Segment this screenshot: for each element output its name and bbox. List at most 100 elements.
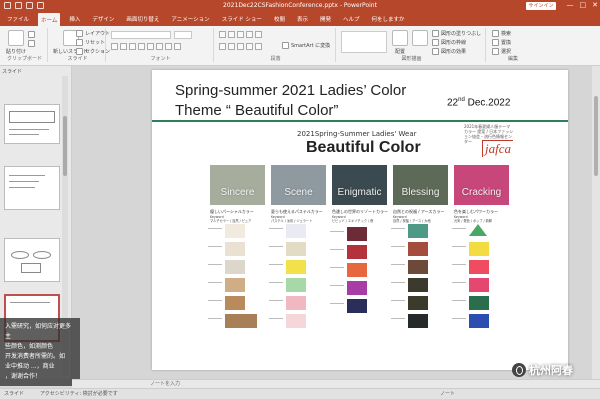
case-icon[interactable] xyxy=(165,43,172,50)
tell-me-search[interactable]: 何をしますか xyxy=(369,13,408,25)
slide-thumbnail[interactable] xyxy=(4,238,60,282)
bold-icon[interactable] xyxy=(111,43,118,50)
tab-file[interactable]: ファイル xyxy=(4,13,32,25)
select-button[interactable]: 選択 xyxy=(492,48,511,55)
tab-slideshow[interactable]: スライド ショー xyxy=(219,13,265,25)
reset-button[interactable]: リセット xyxy=(76,39,105,46)
shape-fill-button[interactable]: 図形の塗りつぶし xyxy=(432,30,481,37)
tab-help[interactable]: ヘルプ xyxy=(340,13,363,25)
cut-icon xyxy=(28,31,35,38)
bullets-icon[interactable] xyxy=(219,31,226,38)
status-accessibility[interactable]: アクセシビリティ: 検討が必要です xyxy=(40,389,118,399)
justify-icon[interactable] xyxy=(246,43,253,50)
scroll-knob[interactable] xyxy=(63,116,67,176)
notes-pane[interactable]: ノートを入力 xyxy=(72,379,600,388)
outline-icon xyxy=(432,39,439,46)
tab-review[interactable]: 校閲 xyxy=(271,13,288,25)
keyword-line: 元気 / 発色 / ポップ / 新鮮 xyxy=(454,219,492,223)
swatch-caption-line xyxy=(391,228,405,229)
shape-outline-button[interactable]: 図形の枠線 xyxy=(432,39,466,46)
color-swatch xyxy=(347,299,367,313)
minimize-button[interactable]: — xyxy=(567,1,574,9)
search-icon xyxy=(492,30,499,37)
color-swatch xyxy=(408,224,428,238)
find-button[interactable]: 検索 xyxy=(492,30,511,37)
fill-icon xyxy=(432,30,439,37)
theme-image-enigmatic: Enigmatic xyxy=(332,165,387,205)
tab-insert[interactable]: 挿入 xyxy=(66,13,83,25)
video-subtitle-overlay: 入需研究，如何应对更多主 些颜色，如测颜色 开发消费者所需的。如 业中推动 ..… xyxy=(0,318,80,386)
color-swatch xyxy=(286,260,306,274)
indent-inc-icon[interactable] xyxy=(246,31,253,38)
layout-button[interactable]: レイアウト xyxy=(76,30,110,37)
align-center-icon[interactable] xyxy=(228,43,235,50)
italic-icon[interactable] xyxy=(120,43,127,50)
color-swatch xyxy=(286,278,306,292)
tab-transitions[interactable]: 画面切り替え xyxy=(123,13,162,25)
section-icon xyxy=(76,48,83,55)
tab-view[interactable]: 表示 xyxy=(294,13,311,25)
tab-developer[interactable]: 開発 xyxy=(317,13,334,25)
quick-styles-button[interactable] xyxy=(412,30,428,46)
section-button[interactable]: セクション xyxy=(76,48,110,55)
font-size-select[interactable] xyxy=(174,31,192,39)
color-swatch xyxy=(225,278,245,292)
align-left-icon[interactable] xyxy=(219,43,226,50)
color-swatch xyxy=(286,242,306,256)
spacing-icon[interactable] xyxy=(156,43,163,50)
underline-icon[interactable] xyxy=(129,43,136,50)
close-button[interactable]: ✕ xyxy=(592,1,598,9)
align-right-icon[interactable] xyxy=(237,43,244,50)
smartart-button[interactable]: SmartArt に変換 xyxy=(282,42,330,49)
group-label-paragraph: 段落 xyxy=(270,56,281,62)
maximize-button[interactable]: □ xyxy=(580,1,587,9)
swatch-caption-line xyxy=(269,300,283,301)
font-family-select[interactable] xyxy=(111,31,171,39)
color-swatch xyxy=(347,245,367,259)
color-swatch xyxy=(408,242,428,256)
tab-animations[interactable]: アニメーション xyxy=(168,13,212,25)
font-color-icon[interactable] xyxy=(174,43,181,50)
slide-title[interactable]: Spring-summer 2021 Ladies’ Color Theme “… xyxy=(175,81,406,121)
canvas-scrollbar[interactable] xyxy=(592,66,600,379)
tab-design[interactable]: デザイン xyxy=(89,13,117,25)
theme-name: Sincere xyxy=(220,187,255,198)
status-notes-button[interactable]: ノート xyxy=(440,389,455,399)
scroll-knob[interactable] xyxy=(594,96,598,176)
shadow-icon[interactable] xyxy=(147,43,154,50)
slide-thumbnail[interactable] xyxy=(4,166,60,210)
replace-button[interactable]: 置換 xyxy=(492,39,511,46)
swatch-caption-line xyxy=(452,246,466,247)
group-paragraph: SmartArt に変換 段落 xyxy=(216,28,336,62)
swatch-caption-line xyxy=(208,282,222,283)
color-swatch xyxy=(225,314,257,328)
paste-button[interactable]: 貼り付け xyxy=(6,30,26,55)
ribbon: 貼り付け クリップボード 新しいスライド レイアウト リセット セクション スラ… xyxy=(0,26,600,66)
slide-thumbnail[interactable] xyxy=(4,104,60,144)
slide[interactable]: Spring-summer 2021 Ladies’ Color Theme “… xyxy=(152,70,568,370)
select-icon xyxy=(492,48,499,55)
swatch-caption-line xyxy=(391,282,405,283)
thumb-line xyxy=(9,181,39,182)
swatch-caption-line xyxy=(269,246,283,247)
tab-home[interactable]: ホーム xyxy=(38,12,61,26)
copy-button[interactable] xyxy=(28,40,35,47)
replace-icon xyxy=(492,39,499,46)
slide-date[interactable]: 22nd Dec.2022 xyxy=(447,97,510,108)
color-swatch xyxy=(469,242,489,256)
shapes-gallery[interactable] xyxy=(341,31,387,53)
swatch-caption-line xyxy=(452,300,466,301)
shape-effect-button[interactable]: 図形の効果 xyxy=(432,48,466,55)
swatch-caption-line xyxy=(391,264,405,265)
cut-button[interactable] xyxy=(28,31,35,38)
columns-icon[interactable] xyxy=(255,43,262,50)
line-spacing-icon[interactable] xyxy=(255,31,262,38)
group-editing: 検索 置換 選択 編集 xyxy=(488,28,538,62)
strike-icon[interactable] xyxy=(138,43,145,50)
color-swatch xyxy=(408,296,428,310)
numbering-icon[interactable] xyxy=(228,31,235,38)
signin-button[interactable]: サインイン xyxy=(526,2,556,10)
arrange-button[interactable]: 配置 xyxy=(392,30,408,55)
indent-dec-icon[interactable] xyxy=(237,31,244,38)
slide-title-line1: Spring-summer 2021 Ladies’ Color xyxy=(175,82,407,99)
